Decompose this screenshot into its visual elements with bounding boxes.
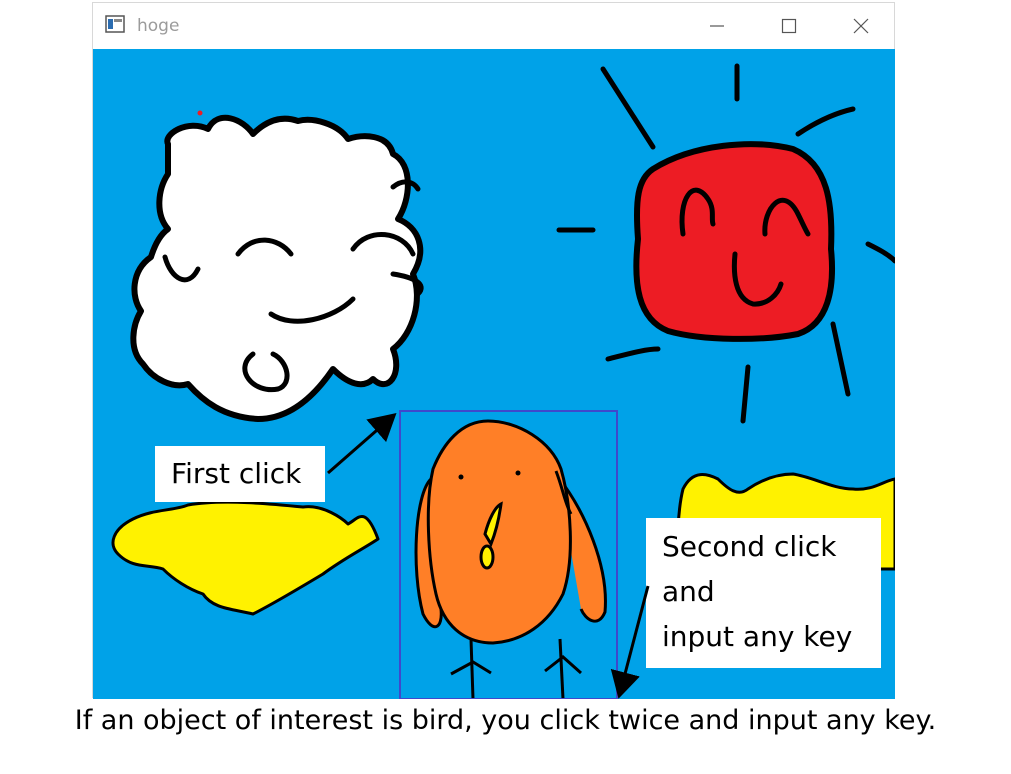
window-title: hoge (137, 16, 180, 36)
app-window-icon (105, 15, 125, 33)
first-click-text: First click (171, 457, 302, 490)
minimize-icon (710, 25, 724, 27)
second-click-text-line1: Second click (662, 530, 837, 563)
cloud-drawing (130, 114, 424, 422)
minimize-button[interactable] (693, 3, 741, 49)
first-click-label: First click (155, 446, 325, 502)
maximize-icon (781, 18, 797, 34)
second-click-text-line3: input any key (662, 620, 853, 653)
instruction-caption: If an object of interest is bird, you cl… (74, 705, 937, 736)
red-dot (197, 110, 203, 116)
title-bar[interactable]: hoge (93, 3, 894, 49)
bird-drawing (414, 419, 607, 699)
close-button[interactable] (837, 3, 885, 49)
close-icon (853, 18, 869, 34)
second-click-text-line2: and (662, 575, 715, 608)
second-click-label: Second click and input any key (646, 518, 881, 668)
sun-drawing (556, 63, 895, 424)
bush-drawing (111, 500, 380, 616)
maximize-button[interactable] (765, 3, 813, 49)
